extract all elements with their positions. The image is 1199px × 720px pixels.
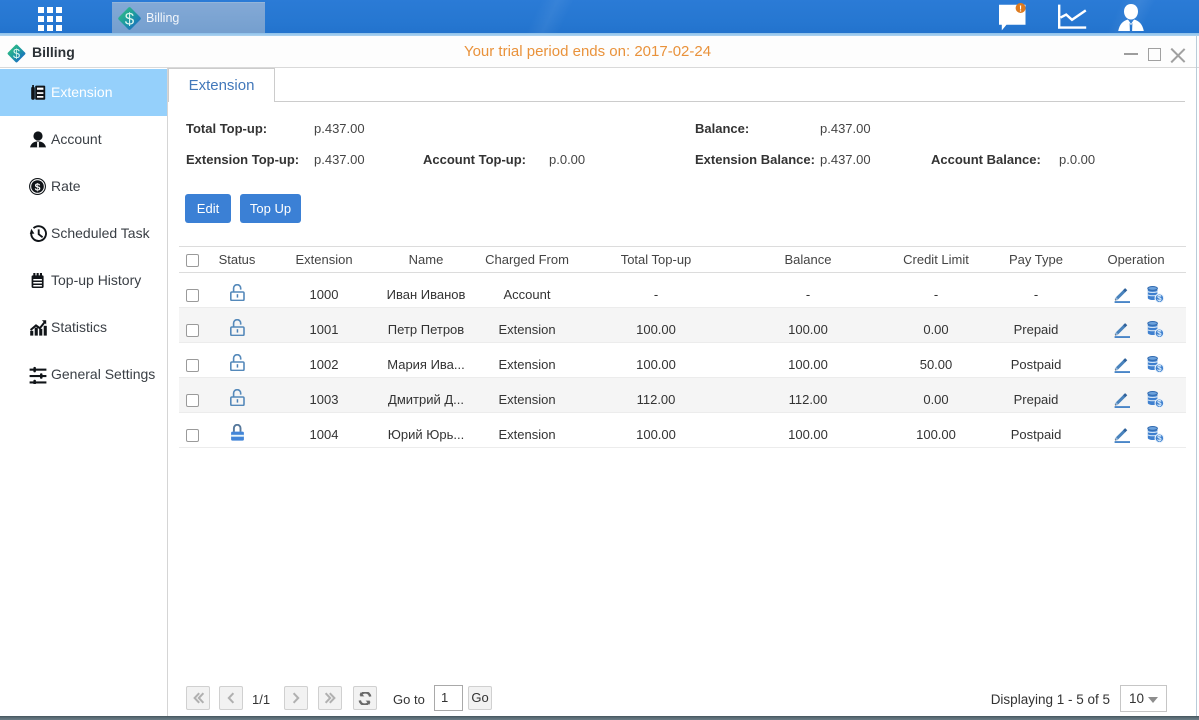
svg-text:$: $ [1157, 329, 1162, 338]
svg-text:$: $ [1157, 399, 1162, 408]
svg-text:$: $ [35, 181, 41, 193]
svg-text:!: ! [1019, 3, 1022, 13]
svg-text:$: $ [1157, 294, 1162, 303]
svg-text:$: $ [125, 9, 135, 28]
svg-text:$: $ [1157, 434, 1162, 443]
svg-text:$: $ [1157, 364, 1162, 373]
